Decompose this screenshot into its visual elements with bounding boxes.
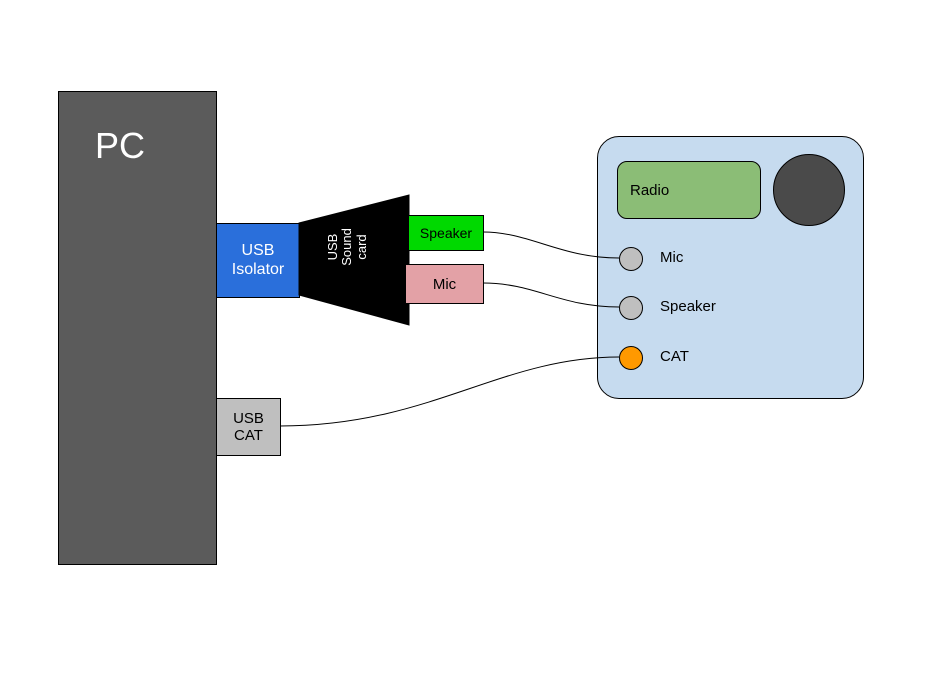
usb-sound-card-label: USB Sound card xyxy=(326,217,369,277)
usb-isolator-label: USB Isolator xyxy=(232,242,284,279)
diagram-canvas: PC USB Isolator USB CAT USB Sound card S… xyxy=(0,0,930,698)
radio-port-mic xyxy=(619,247,643,271)
radio-screen: Radio xyxy=(617,161,761,219)
radio-port-speaker xyxy=(619,296,643,320)
radio-port-mic-label: Mic xyxy=(660,249,683,266)
sound-card-speaker-label: Speaker xyxy=(420,225,472,241)
usb-cat-label: USB CAT xyxy=(233,410,264,445)
radio-port-cat xyxy=(619,346,643,370)
pc-label: PC xyxy=(95,125,145,167)
radio-knob xyxy=(773,154,845,226)
sound-card-mic-in: Mic xyxy=(405,264,484,304)
sound-card-speaker-out: Speaker xyxy=(408,215,484,251)
usb-isolator: USB Isolator xyxy=(216,223,300,298)
usb-cat-adapter: USB CAT xyxy=(216,398,281,456)
sound-card-mic-label: Mic xyxy=(433,276,456,293)
radio-port-cat-label: CAT xyxy=(660,348,689,365)
radio-screen-label: Radio xyxy=(630,182,669,199)
radio-port-speaker-label: Speaker xyxy=(660,298,716,315)
wire-usbcat-to-cat xyxy=(280,357,619,426)
